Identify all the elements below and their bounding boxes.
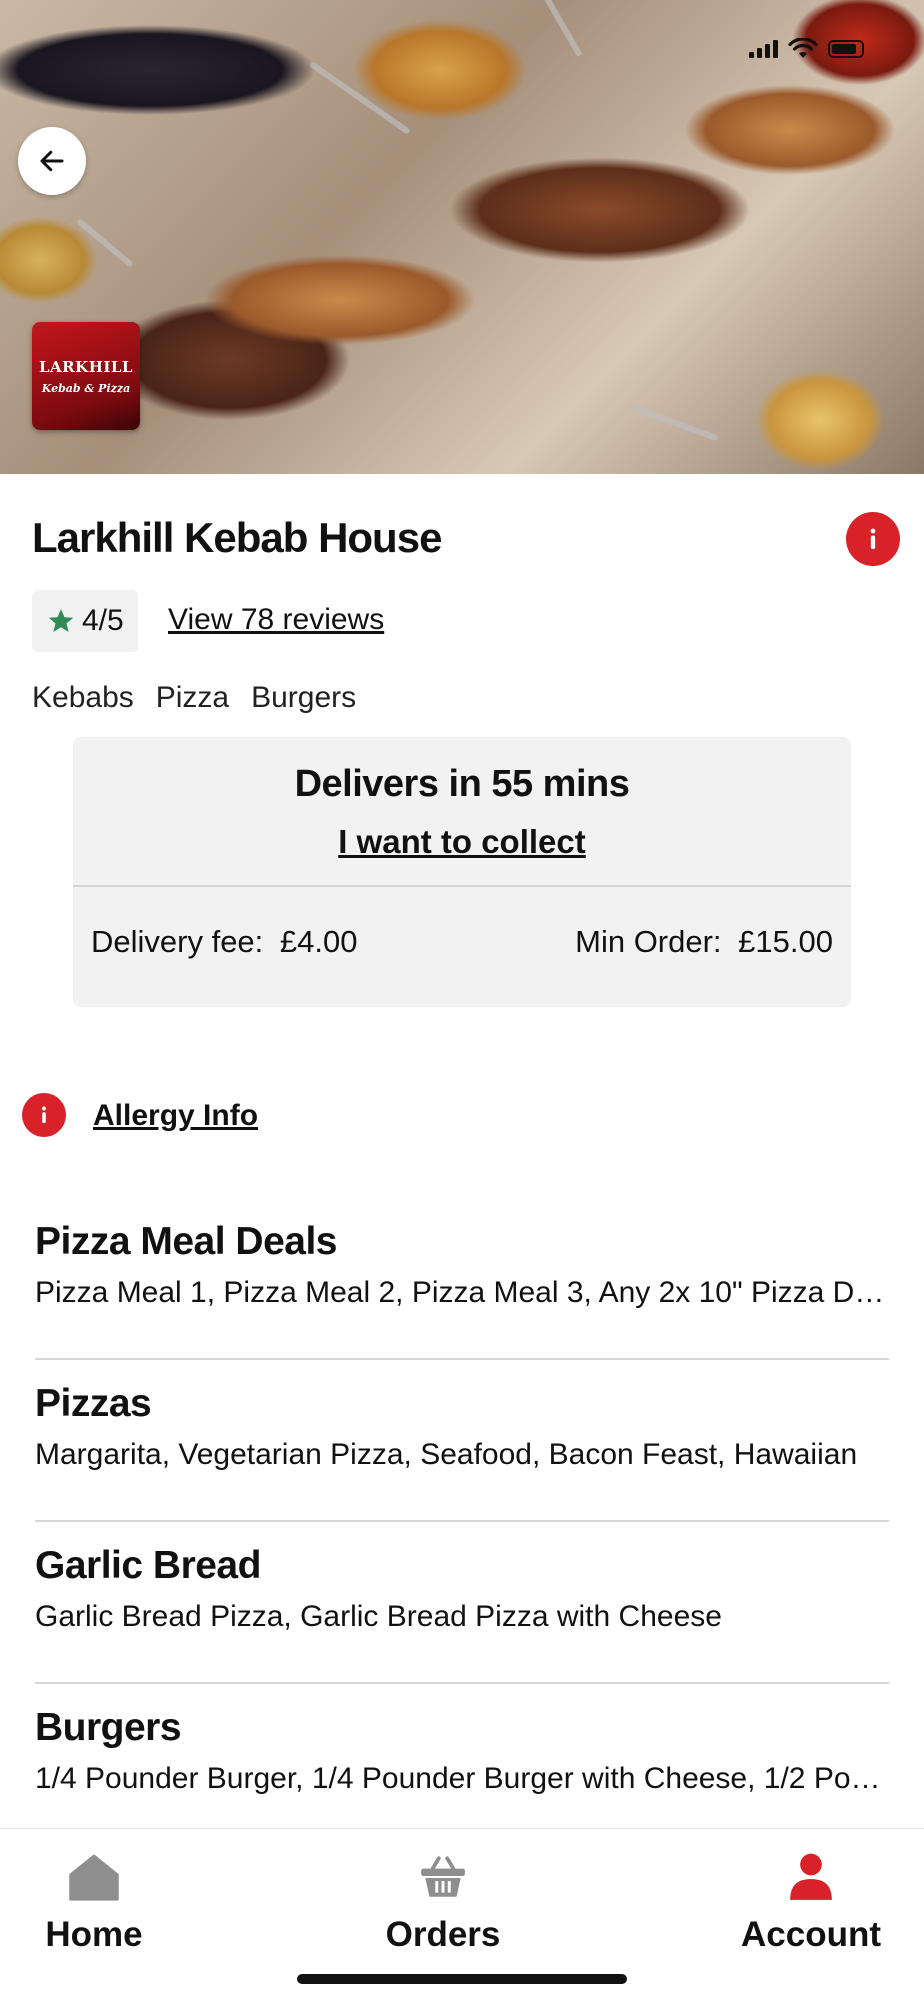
cuisine-tag: Burgers bbox=[251, 681, 357, 714]
logo-line1: LARKHILL bbox=[39, 357, 133, 376]
nav-home[interactable]: Home bbox=[0, 1849, 194, 1955]
collect-link[interactable]: I want to collect bbox=[73, 823, 851, 861]
logo-line2: Kebab & Pizza bbox=[41, 381, 131, 395]
delivery-fee-value: £4.00 bbox=[279, 924, 358, 959]
category-title: Pizza Meal Deals bbox=[35, 1220, 337, 1263]
menu-category-pizzas[interactable]: Pizzas Margarita, Vegetarian Pizza, Seaf… bbox=[35, 1382, 889, 1522]
delivery-card: Delivers in 55 mins I want to collect De… bbox=[73, 737, 851, 1007]
nav-account-label: Account bbox=[741, 1915, 881, 1954]
delivery-fee: Delivery fee: £4.00 bbox=[91, 924, 358, 960]
info-icon bbox=[42, 1106, 46, 1124]
view-reviews-link[interactable]: View 78 reviews bbox=[168, 603, 384, 637]
skewer-decoration bbox=[76, 218, 134, 268]
menu-category-garlic-bread[interactable]: Garlic Bread Garlic Bread Pizza, Garlic … bbox=[35, 1544, 889, 1684]
category-items: 1/4 Pounder Burger, 1/4 Pounder Burger w… bbox=[35, 1762, 889, 1795]
rating-badge: 4/5 bbox=[32, 590, 138, 652]
status-icons bbox=[749, 38, 864, 60]
back-button[interactable] bbox=[18, 127, 86, 195]
skewer-decoration bbox=[309, 61, 411, 135]
allergy-info-link[interactable]: Allergy Info bbox=[93, 1099, 258, 1133]
allergy-info-icon[interactable] bbox=[22, 1093, 66, 1137]
restaurant-info-button[interactable] bbox=[846, 512, 900, 566]
home-icon bbox=[69, 1854, 119, 1901]
skewer-decoration bbox=[537, 0, 583, 58]
cuisine-tag: Pizza bbox=[155, 681, 230, 714]
category-items: Pizza Meal 1, Pizza Meal 2, Pizza Meal 3… bbox=[35, 1276, 889, 1309]
nav-home-label: Home bbox=[45, 1915, 143, 1954]
star-icon bbox=[48, 609, 74, 632]
restaurant-name: Larkhill Kebab House bbox=[32, 514, 442, 561]
divider bbox=[73, 885, 851, 887]
delivery-fee-label: Delivery fee: bbox=[91, 924, 264, 959]
signal-icon bbox=[749, 40, 778, 58]
skewer-decoration bbox=[631, 404, 719, 442]
home-indicator bbox=[297, 1974, 627, 1984]
min-order: Min Order: £15.00 bbox=[575, 924, 833, 960]
category-items: Margarita, Vegetarian Pizza, Seafood, Ba… bbox=[35, 1438, 858, 1471]
category-items: Garlic Bread Pizza, Garlic Bread Pizza w… bbox=[35, 1600, 722, 1633]
basket-icon bbox=[421, 1856, 465, 1897]
battery-icon bbox=[828, 40, 864, 58]
nav-orders-label: Orders bbox=[385, 1915, 501, 1954]
min-order-value: £15.00 bbox=[738, 924, 833, 959]
delivery-time: Delivers in 55 mins bbox=[294, 763, 630, 805]
restaurant-logo: LARKHILL Kebab & Pizza bbox=[32, 322, 140, 430]
min-order-label: Min Order: bbox=[575, 924, 722, 959]
wifi-icon bbox=[788, 38, 818, 58]
menu-category-burgers[interactable]: Burgers 1/4 Pounder Burger, 1/4 Pounder … bbox=[35, 1706, 889, 1846]
category-title: Pizzas bbox=[35, 1382, 152, 1425]
cuisine-tag: Kebabs bbox=[32, 681, 134, 714]
info-icon bbox=[870, 528, 876, 549]
cuisine-tags: Kebabs Pizza Burgers bbox=[32, 681, 356, 715]
nav-orders[interactable]: Orders bbox=[343, 1849, 543, 1955]
nav-account[interactable]: Account bbox=[711, 1849, 911, 1955]
category-title: Burgers bbox=[35, 1706, 182, 1749]
arrow-left-icon bbox=[40, 150, 64, 172]
rating-value: 4/5 bbox=[82, 604, 124, 637]
menu-category-pizza-meal-deals[interactable]: Pizza Meal Deals Pizza Meal 1, Pizza Mea… bbox=[35, 1220, 889, 1360]
person-icon bbox=[790, 1853, 832, 1900]
hero-image: LARKHILL Kebab & Pizza bbox=[0, 0, 924, 474]
category-title: Garlic Bread bbox=[35, 1544, 261, 1587]
